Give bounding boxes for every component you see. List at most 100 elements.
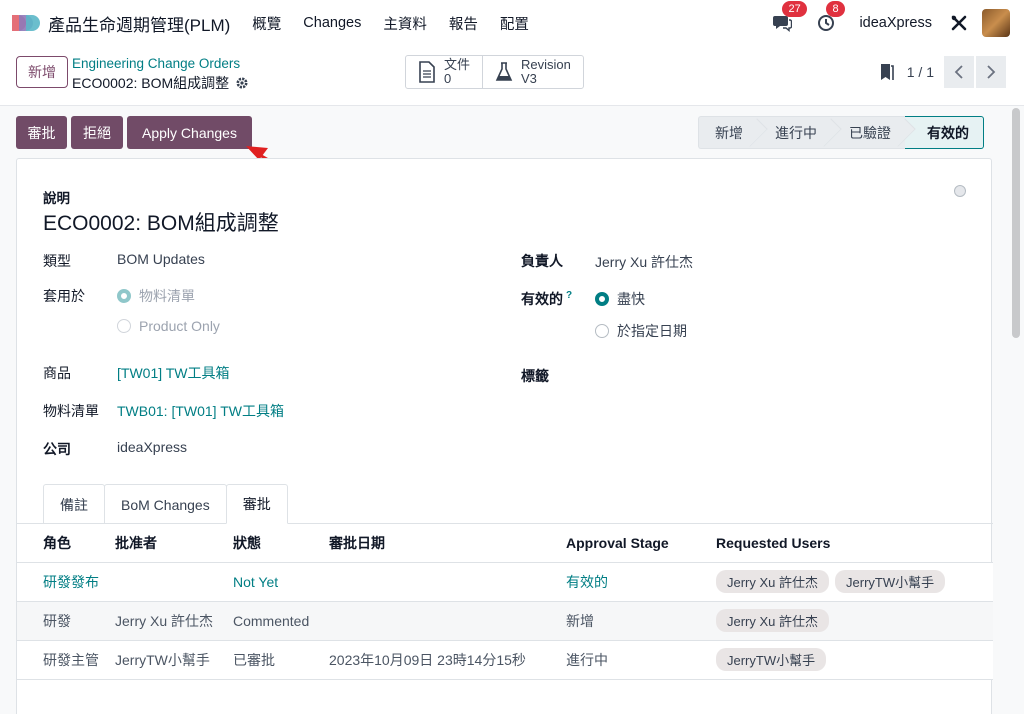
column-approver[interactable]: 批准者 [115,524,233,563]
users-cell: Jerry Xu 許仕杰 [716,601,993,641]
status-cell: Commented [233,601,329,641]
pager: 1 / 1 [879,56,1006,88]
approver-cell: JerryTW小幫手 [115,640,233,680]
pager-value[interactable]: 1 / 1 [907,64,934,80]
apply-on-label: 套用於 [43,288,85,304]
apply-changes-button[interactable]: Apply Changes [127,116,252,149]
menu-changes[interactable]: Changes [303,15,361,31]
eco-title[interactable]: ECO0002: BOM組成調整 [43,207,279,237]
effective-date-radio[interactable]: 於指定日期 [595,321,687,341]
user-tag[interactable]: Jerry Xu 許仕杰 [716,570,830,593]
user-tag[interactable]: Jerry Xu 許仕杰 [716,609,830,632]
column-status[interactable]: 狀態 [233,524,329,563]
revision-value: V3 [521,71,537,86]
approve-button[interactable]: 審批 [16,116,67,149]
documents-count: 0 [444,71,452,86]
date-cell: 2023年10月09日 23時14分15秒 [329,640,566,680]
file-icon [418,61,436,83]
user-tag[interactable]: JerryTW小幫手 [716,648,827,671]
column-approval-stage[interactable]: Approval Stage [566,524,716,563]
reject-button[interactable]: 拒絕 [71,116,123,149]
stage-effective[interactable]: 有效的 [905,116,984,149]
users-cell: JerryTW小幫手 [716,640,993,680]
app-logo-icon[interactable] [12,12,40,34]
bookmark-icon[interactable] [879,62,895,82]
control-panel: 新增 Engineering Change Orders ECO0002: BO… [0,46,1024,106]
apply-on-bom-radio[interactable]: 物料清單 [117,286,195,306]
user-avatar[interactable] [982,9,1010,37]
description-label: 說明 [43,191,70,206]
stage-statusbar: 新增 進行中 已驗證 有效的 [698,116,984,149]
table-row[interactable]: 研發 Jerry Xu 許仕杰 Commented 新增 Jerry Xu 許仕… [17,601,993,641]
activities-button[interactable]: 8 [815,1,845,34]
breadcrumb-eco[interactable]: Engineering Change Orders [72,56,240,71]
radio-unchecked-icon [117,319,131,333]
status-cell: 已審批 [233,640,329,680]
date-cell [329,601,566,641]
stage-new[interactable]: 新增 [698,116,757,149]
company-switcher[interactable]: ideaXpress [859,15,932,31]
pager-previous-button[interactable] [944,56,974,88]
effective-label-text: 有效的 [521,291,563,307]
approvals-table: 角色 批准者 狀態 審批日期 Approval Stage Requested … [17,524,993,680]
column-role[interactable]: 角色 [17,524,115,563]
messages-count-badge: 27 [782,1,807,17]
company-value[interactable]: ideaXpress [117,439,187,455]
activities-count-badge: 8 [826,1,845,17]
approver-cell [115,562,233,602]
page-scrollbar[interactable] [1012,108,1020,338]
stage-validated[interactable]: 已驗證 [831,116,905,149]
users-cell: Jerry Xu 許仕杰 JerryTW小幫手 [716,562,993,602]
apply-on-product-radio[interactable]: Product Only [117,318,220,334]
tools-icon[interactable] [950,14,968,32]
revision-label: Revision [521,57,571,72]
menu-configuration[interactable]: 配置 [500,13,529,34]
menu-master-data[interactable]: 主資料 [383,13,427,34]
gear-icon[interactable] [235,76,249,90]
effective-asap-label: 盡快 [617,291,645,307]
effective-asap-radio[interactable]: 盡快 [595,289,645,309]
chevron-right-icon [987,65,996,79]
radio-unchecked-icon [595,324,609,338]
tab-approvals[interactable]: 審批 [225,484,288,524]
new-button[interactable]: 新增 [16,56,68,88]
flask-icon [495,62,513,82]
revision-smart-button[interactable]: Revision V3 [482,56,583,88]
role-cell[interactable]: 研發發布 [17,562,115,602]
column-approval-date[interactable]: 審批日期 [329,524,566,563]
radio-checked-icon [595,292,609,306]
notebook-tabs: 備註 BoM Changes 審批 [43,484,288,524]
status-dot[interactable] [954,185,966,197]
role-cell[interactable]: 研發主管 [17,640,115,680]
status-cell: Not Yet [233,562,329,602]
messages-button[interactable]: 27 [771,1,807,34]
stage-in-progress[interactable]: 進行中 [757,116,831,149]
responsible-value[interactable]: Jerry Xu 許仕杰 [595,252,693,272]
date-cell [329,562,566,602]
tab-bom-changes[interactable]: BoM Changes [104,484,227,524]
bom-link[interactable]: TWB01: [TW01] TW工具箱 [117,401,284,421]
apply-on-bom-label: 物料清單 [139,288,195,304]
breadcrumb-current: ECO0002: BOM組成調整 [72,73,249,93]
table-row[interactable]: 研發發布 Not Yet 有效的 Jerry Xu 許仕杰 JerryTW小幫手 [17,562,993,602]
pager-next-button[interactable] [976,56,1006,88]
tab-notes[interactable]: 備註 [43,484,105,524]
stage-cell: 新增 [566,601,716,641]
app-title[interactable]: 產品生命週期管理(PLM) [48,11,230,36]
column-requested-users[interactable]: Requested Users [716,524,993,563]
product-link[interactable]: [TW01] TW工具箱 [117,363,230,383]
chevron-left-icon [954,65,963,79]
menu-reporting[interactable]: 報告 [449,13,478,34]
documents-smart-button[interactable]: 文件 0 [406,56,482,88]
table-row[interactable]: 研發主管 JerryTW小幫手 已審批 2023年10月09日 23時14分15… [17,640,993,680]
role-cell[interactable]: 研發 [17,601,115,641]
effective-date-label: 於指定日期 [617,323,687,339]
effective-label: 有效的? [521,289,572,309]
user-tag[interactable]: JerryTW小幫手 [835,570,946,593]
record-title: ECO0002: BOM組成調整 [72,75,230,91]
help-tooltip-icon[interactable]: ? [566,290,572,301]
type-value[interactable]: BOM Updates [117,251,205,267]
menu-overview[interactable]: 概覽 [252,13,281,34]
table-header-row: 角色 批准者 狀態 審批日期 Approval Stage Requested … [17,524,993,563]
stage-cell: 進行中 [566,640,716,680]
